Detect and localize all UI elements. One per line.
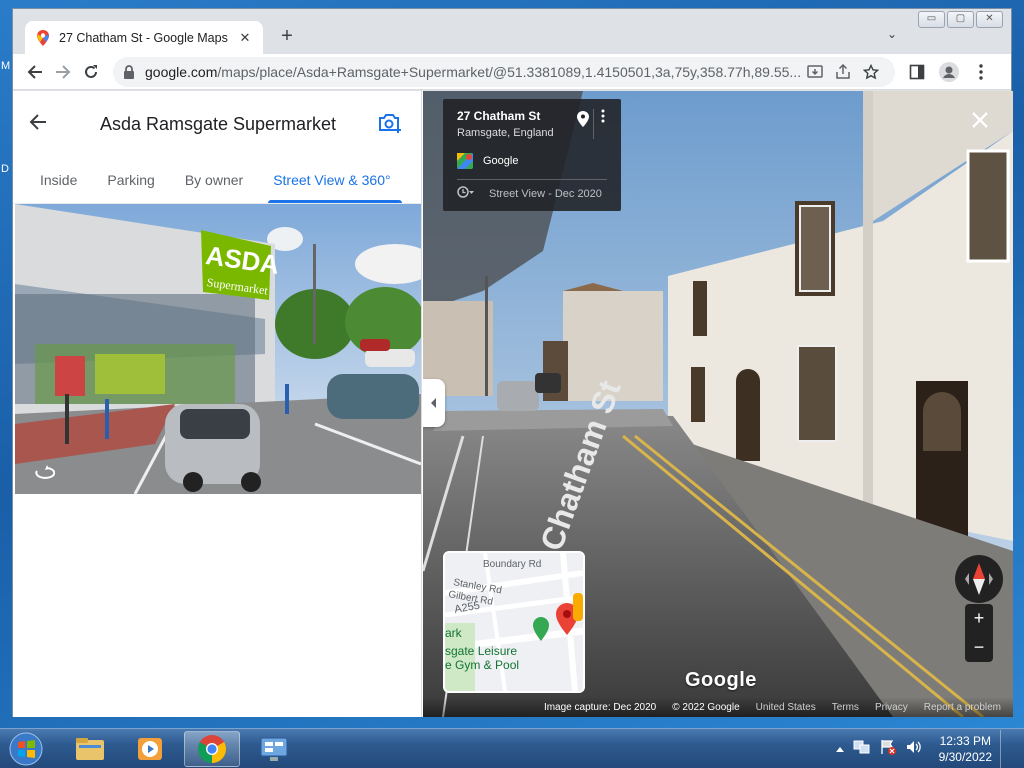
minimap-park-label: ark: [445, 626, 463, 640]
tab-strip: 27 Chatham St - Google Maps ✕ + ⌄ ▭ ▢ ✕: [13, 9, 1011, 54]
region-link[interactable]: United States: [756, 702, 816, 713]
google-watermark: Google: [685, 669, 757, 691]
photos-panel: Asda Ramsgate Supermarket Inside Parking…: [13, 91, 422, 717]
sv-capture-label: Street View - Dec 2020: [489, 187, 602, 200]
url-host: google.com: [145, 63, 218, 80]
browser-window: 27 Chatham St - Google Maps ✕ + ⌄ ▭ ▢ ✕ …: [12, 8, 1013, 717]
volume-icon[interactable]: [905, 739, 923, 760]
start-button[interactable]: [6, 732, 46, 766]
forward-button[interactable]: [49, 58, 77, 86]
browser-toolbar: google.com/maps/place/Asda+Ramsgate+Supe…: [13, 54, 1011, 90]
install-app-icon[interactable]: [801, 58, 829, 86]
minimize-button[interactable]: ▭: [918, 11, 945, 28]
control-panel-icon: [260, 737, 288, 761]
tab-inside[interactable]: Inside: [25, 157, 92, 203]
tab-parking[interactable]: Parking: [92, 157, 169, 203]
add-photo-icon[interactable]: [377, 110, 405, 138]
privacy-link[interactable]: Privacy: [875, 702, 908, 713]
more-options-icon[interactable]: [601, 109, 605, 126]
taskbar-chrome[interactable]: [184, 731, 240, 767]
close-window-button[interactable]: ✕: [976, 11, 1003, 28]
zoom-in-button[interactable]: +: [974, 608, 985, 629]
compass-icon[interactable]: [955, 555, 1003, 603]
tab-search-icon[interactable]: ⌄: [887, 27, 897, 41]
card-separator: [457, 179, 607, 180]
folder-icon: [76, 738, 104, 760]
google-maps-logo-icon: [457, 153, 473, 169]
tab-label: Street View & 360°: [273, 172, 391, 188]
street-view-minimap[interactable]: Boundary Rd Stanley Rd Gilbert Rd A255 a…: [443, 551, 585, 693]
zoom-out-button[interactable]: −: [974, 637, 985, 658]
history-clock-icon[interactable]: [457, 186, 475, 201]
place-title: Asda Ramsgate Supermarket: [99, 113, 337, 134]
chrome-icon: [198, 735, 226, 763]
tab-by-owner[interactable]: By owner: [170, 157, 258, 203]
collapse-panel-button[interactable]: [423, 379, 445, 427]
report-problem-link[interactable]: Report a problem: [924, 702, 1001, 713]
close-street-view-icon[interactable]: [971, 109, 989, 135]
action-center-flag-icon[interactable]: [879, 739, 897, 760]
maximize-button[interactable]: ▢: [947, 11, 974, 28]
google-maps-icon: [35, 29, 51, 46]
page-content: Asda Ramsgate Supermarket Inside Parking…: [13, 91, 1013, 717]
street-view-info-card: 27 Chatham St Ramsgate, England Google S…: [443, 99, 621, 211]
reload-button[interactable]: [77, 58, 105, 86]
street-view-pane[interactable]: Chatham St 27 Chatham St Ramsgate, Engla…: [423, 91, 1013, 717]
minimap-place-label: e Gym & Pool: [445, 658, 519, 672]
street-view-thumbnail[interactable]: ASDA Supermarket: [15, 204, 421, 494]
panel-back-icon[interactable]: [29, 111, 59, 137]
side-panel-icon[interactable]: [903, 58, 931, 86]
location-pin-icon[interactable]: [577, 111, 589, 130]
tab-title: 27 Chatham St - Google Maps: [59, 30, 228, 45]
photo-category-tabs: Inside Parking By owner Street View & 36…: [13, 157, 421, 204]
back-button[interactable]: [21, 58, 49, 86]
card-divider: [593, 109, 594, 139]
tab-label: Parking: [107, 172, 155, 188]
terms-link[interactable]: Terms: [832, 702, 859, 713]
tab-street-view[interactable]: Street View & 360°: [258, 157, 405, 203]
address-bar[interactable]: google.com/maps/place/Asda+Ramsgate+Supe…: [113, 56, 896, 87]
provider-row: Google: [457, 153, 607, 169]
taskbar-control-panel[interactable]: [246, 731, 302, 767]
bookmark-star-icon[interactable]: [857, 58, 885, 86]
zoom-control: + −: [965, 604, 993, 662]
tab-label: Inside: [40, 172, 78, 188]
rotate-360-icon: [33, 465, 56, 486]
panel-header: Asda Ramsgate Supermarket: [13, 91, 421, 157]
share-icon[interactable]: [829, 58, 857, 86]
network-icon[interactable]: [853, 739, 871, 760]
minimap-place-label: sgate Leisure: [445, 644, 517, 658]
system-tray: 12:33 PM 9/30/2022: [835, 729, 1024, 768]
taskbar-file-explorer[interactable]: [62, 731, 118, 767]
image-capture-label: Image capture: Dec 2020: [543, 701, 657, 713]
browser-menu-icon[interactable]: [967, 58, 995, 86]
desktop-edge-label: D: [1, 163, 9, 175]
browser-tab[interactable]: 27 Chatham St - Google Maps ✕: [25, 21, 263, 54]
desktop-edge-label: M: [1, 60, 11, 72]
capture-date-row[interactable]: Street View - Dec 2020: [457, 186, 607, 201]
system-clock[interactable]: 12:33 PM 9/30/2022: [939, 733, 992, 765]
show-desktop-button[interactable]: [1000, 730, 1012, 768]
map-footer: Image capture: Dec 2020 © 2022 Google Un…: [423, 697, 1013, 717]
url-path: /maps/place/Asda+Ramsgate+Supermarket/@5…: [217, 63, 802, 80]
clock-time: 12:33 PM: [939, 734, 991, 748]
tab-label: By owner: [184, 172, 244, 188]
copyright-label: © 2022 Google: [672, 701, 740, 713]
taskbar: 12:33 PM 9/30/2022: [0, 728, 1024, 768]
tray-expand-icon[interactable]: [835, 740, 845, 758]
taskbar-media-player[interactable]: [122, 731, 178, 767]
close-tab-icon[interactable]: ✕: [237, 30, 253, 46]
window-controls: ▭ ▢ ✕: [918, 11, 1003, 28]
url-text: google.com/maps/place/Asda+Ramsgate+Supe…: [145, 64, 801, 80]
profile-avatar-icon[interactable]: [935, 58, 963, 86]
lock-icon[interactable]: [123, 64, 137, 79]
clock-date: 9/30/2022: [938, 750, 992, 764]
media-player-icon: [138, 738, 162, 760]
new-tab-button[interactable]: +: [275, 25, 299, 49]
minimap-road-label: Boundary Rd: [483, 559, 541, 570]
sv-provider: Google: [483, 155, 519, 167]
